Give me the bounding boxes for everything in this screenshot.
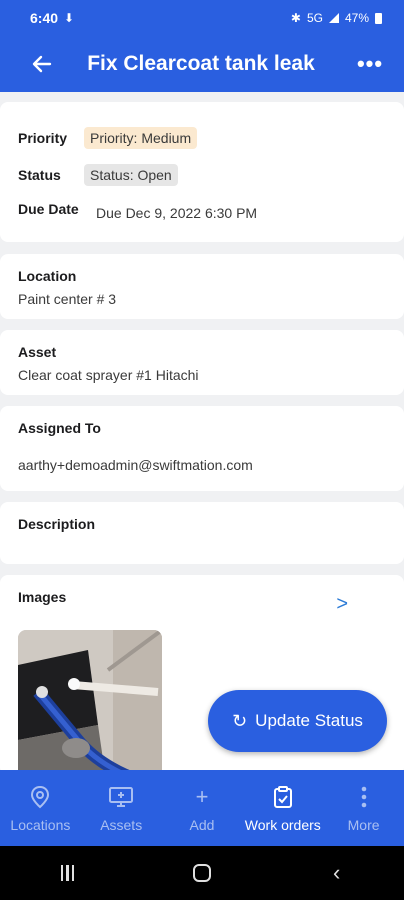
bottom-navigation: Locations Assets + Add Work orders More (0, 770, 404, 846)
asset-label: Asset (18, 344, 57, 360)
system-navigation-bar: ‹ (0, 846, 404, 900)
page-title: Fix Clearcoat tank leak (87, 52, 315, 75)
due-date-row: Due Date Due Dec 9, 2022 6:30 PM (18, 193, 386, 230)
nav-more[interactable]: More (323, 770, 404, 846)
signal-icon (328, 13, 339, 23)
priority-row: Priority Priority: Medium (18, 119, 386, 156)
nav-work-orders[interactable]: Work orders (242, 770, 323, 846)
status-indicators: ✱ 5G 47% (291, 11, 382, 25)
description-card: Description (0, 502, 404, 564)
nav-assets[interactable]: Assets (81, 770, 162, 846)
priority-badge: Priority: Medium (84, 126, 198, 149)
location-label: Location (18, 268, 77, 284)
status-label: Status (18, 166, 61, 183)
nav-add-label: Add (189, 817, 215, 833)
location-pin-icon (30, 783, 50, 811)
battery-icon (375, 12, 382, 24)
nav-locations-label: Locations (10, 817, 71, 833)
recent-apps-button[interactable] (37, 853, 97, 893)
asset-value: Clear coat sprayer #1 Hitachi (18, 367, 199, 383)
nav-locations[interactable]: Locations (0, 770, 81, 846)
back-button[interactable] (14, 36, 70, 92)
plus-icon: + (195, 784, 209, 809)
chevron-left-icon: ‹ (332, 860, 341, 885)
due-date-label: Due Date (18, 201, 79, 217)
image-thumbnail-graphic (18, 630, 162, 780)
battery-level: 47% (344, 11, 369, 25)
assigned-label: Assigned To (18, 420, 101, 436)
update-status-label: Update Status (255, 711, 363, 730)
more-options-button[interactable]: ••• (342, 36, 398, 92)
location-value: Paint center # 3 (18, 291, 117, 307)
download-icon: ⬇ (64, 11, 75, 25)
arrow-left-icon (32, 55, 52, 73)
bluetooth-icon: ✱ (290, 11, 301, 25)
nav-more-label: More (347, 817, 380, 833)
system-status-bar: 6:40 ⬇ ✱ 5G 47% (0, 0, 404, 36)
status-badge: Status: Open (84, 163, 178, 186)
nav-add[interactable]: + Add (162, 770, 243, 846)
home-button[interactable] (172, 853, 232, 893)
asset-card[interactable]: Asset Clear coat sprayer #1 Hitachi (0, 330, 404, 395)
more-horizontal-icon: ••• (356, 51, 384, 76)
network-type: 5G (306, 11, 323, 25)
assigned-card: Assigned To aarthy+demoadmin@swiftmation… (0, 406, 404, 491)
update-status-button[interactable]: ↻ Update Status (208, 690, 387, 752)
clock: 6:40 (30, 10, 59, 26)
clipboard-check-icon (272, 783, 294, 811)
summary-card: Priority Priority: Medium Status Status:… (0, 102, 404, 242)
nav-work-orders-label: Work orders (244, 817, 321, 833)
monitor-add-icon (108, 783, 134, 811)
description-label: Description (18, 516, 96, 532)
due-date-value: Due Dec 9, 2022 6:30 PM (96, 205, 258, 221)
location-card[interactable]: Location Paint center # 3 (0, 254, 404, 319)
system-back-button[interactable]: ‹ (307, 853, 367, 893)
refresh-icon: ↻ (232, 710, 248, 731)
chevron-right-icon[interactable]: > (336, 593, 348, 616)
recents-icon (60, 865, 75, 881)
image-thumbnail[interactable] (18, 630, 162, 780)
assigned-value: aarthy+demoadmin@swiftmation.com (18, 457, 253, 473)
app-bar: Fix Clearcoat tank leak ••• (0, 36, 404, 92)
images-label: Images (18, 589, 67, 605)
more-vertical-icon (361, 783, 367, 811)
nav-assets-label: Assets (100, 817, 143, 833)
home-icon (192, 864, 211, 882)
status-row: Status Status: Open (18, 156, 386, 193)
priority-label: Priority (18, 129, 68, 146)
